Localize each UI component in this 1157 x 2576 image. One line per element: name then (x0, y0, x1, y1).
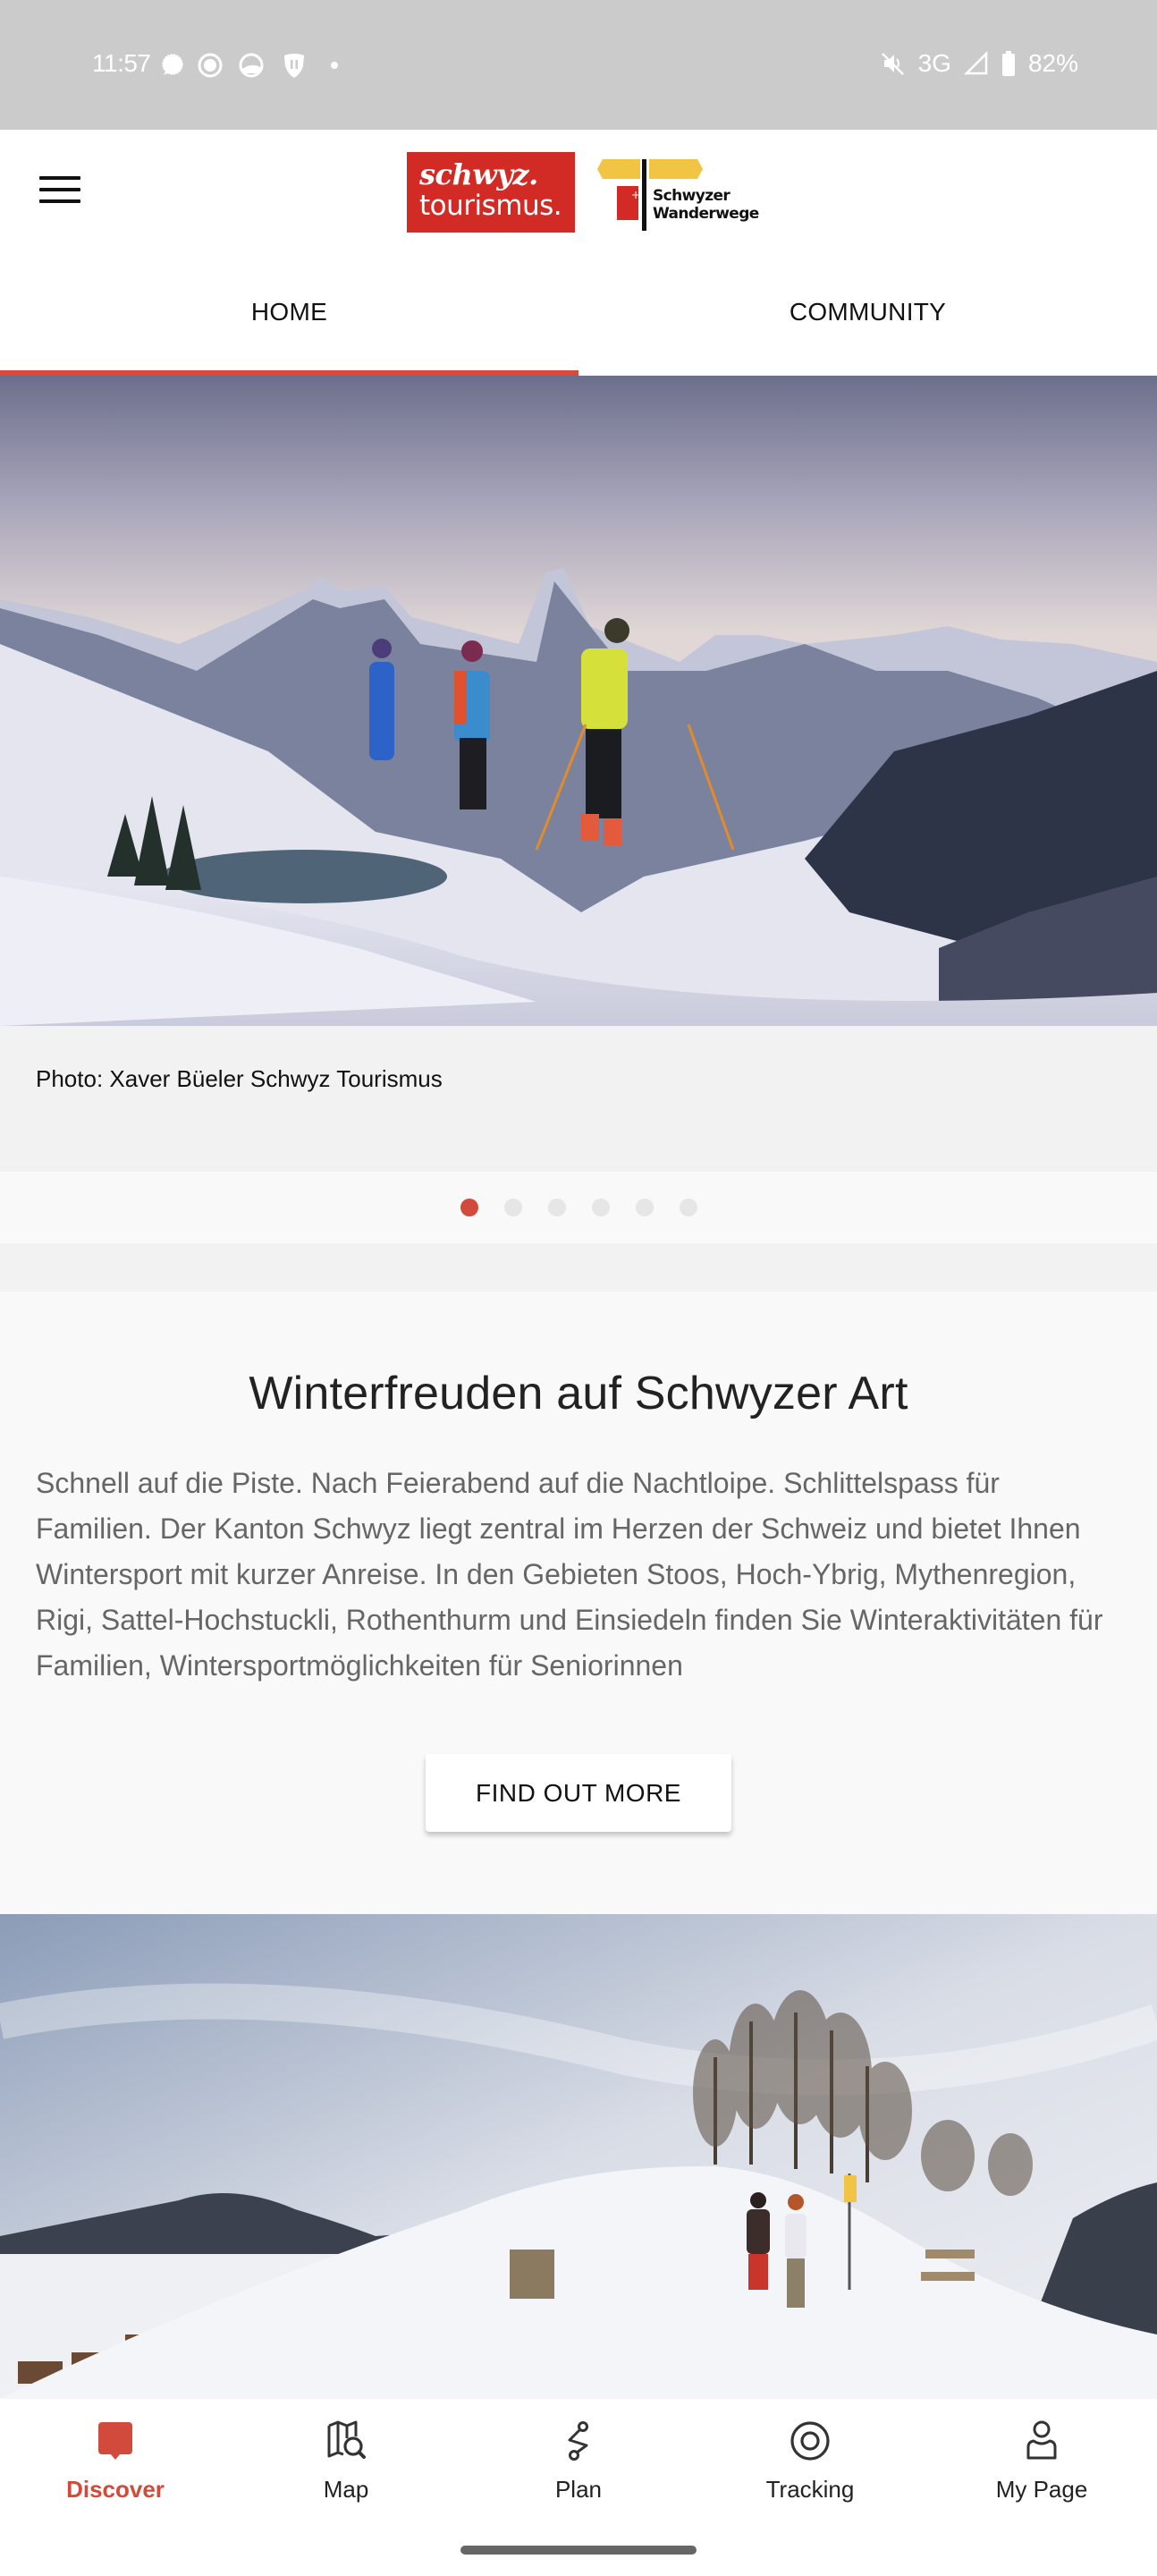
logo-line-1: schwyz. (419, 157, 538, 191)
nav-label-plan: Plan (554, 2476, 603, 2503)
schwyzer-wanderwege-logo: + Schwyzer Wanderwege (597, 159, 759, 231)
article-title: Winterfreuden auf Schwyzer Art (249, 1368, 908, 1419)
pager-dot-3[interactable] (547, 1199, 566, 1216)
route-plan-icon (568, 2421, 588, 2461)
signal-messenger-icon (162, 54, 183, 75)
schwyz-tourismus-logo: schwyz. tourismus. (407, 152, 575, 233)
nav-plan[interactable]: Plan (489, 2417, 668, 2515)
nav-label-map: Map (323, 2476, 369, 2503)
tracking-target-icon (790, 2421, 830, 2461)
network-type: 3G (917, 49, 951, 77)
hamburger-menu-icon[interactable] (39, 176, 80, 208)
article-section: Winterfreuden auf Schwyzer Art Schnell a… (0, 1292, 1157, 1914)
battery-percent: 82% (1027, 49, 1078, 77)
photo-caption: Photo: Xaver Büeler Schwyz Tourismus (36, 1065, 443, 1092)
shield-icon (284, 54, 304, 78)
app-notification-icon-2 (239, 53, 264, 78)
pager-dot-6[interactable] (679, 1199, 697, 1216)
nav-map[interactable]: Map (257, 2417, 435, 2515)
home-indicator[interactable] (460, 2546, 697, 2555)
photo-caption-area: Photo: Xaver Büeler Schwyz Tourismus (0, 1026, 1157, 1172)
nav-label-discover: Discover (66, 2476, 165, 2503)
logo-secondary-line-1: Schwyzer (653, 187, 731, 205)
nav-label-my-page: My Page (995, 2476, 1088, 2503)
tab-community[interactable]: COMMUNITY (578, 255, 1157, 376)
find-out-more-button[interactable]: FIND OUT MORE (426, 1754, 731, 1832)
svg-text:+: + (631, 189, 640, 201)
nav-discover[interactable]: Discover (26, 2417, 205, 2515)
discover-icon (98, 2422, 132, 2460)
hero-image[interactable] (0, 376, 1157, 1026)
status-time: 11:57 (92, 49, 151, 77)
ski-touring-photo (0, 376, 1157, 1026)
status-right-cluster: 3G 82% (879, 49, 1078, 78)
map-search-icon (327, 2420, 366, 2459)
secondary-image[interactable] (0, 1914, 1157, 2399)
section-divider (0, 1243, 1157, 1292)
nav-tracking[interactable]: Tracking (721, 2417, 899, 2515)
pager-dot-5[interactable] (635, 1199, 654, 1216)
nav-label-tracking: Tracking (765, 2476, 855, 2503)
tab-home[interactable]: HOME (0, 255, 578, 376)
winter-hilltop-photo (0, 1914, 1157, 2399)
cell-signal-icon (963, 51, 988, 75)
user-profile-icon (1026, 2420, 1057, 2460)
pager-dot-1[interactable] (460, 1199, 478, 1216)
status-bar: 11:57 3G 82% (0, 0, 1157, 130)
logo-secondary-line-2: Wanderwege (653, 205, 759, 223)
article-body: Schnell auf die Piste. Nach Feierabend a… (36, 1467, 1103, 1682)
nav-my-page[interactable]: My Page (952, 2417, 1131, 2515)
more-notifications-dot-icon (331, 62, 338, 69)
pager-dot-4[interactable] (591, 1199, 610, 1216)
top-tab-bar: HOME COMMUNITY (0, 255, 1157, 376)
carousel-pager (0, 1172, 1157, 1243)
mute-icon (881, 53, 904, 75)
pager-dot-2[interactable] (503, 1199, 522, 1216)
app-notification-icon (198, 53, 223, 78)
logo-line-2: tourismus. (419, 190, 562, 222)
app-header: schwyz. tourismus. + Schwyzer Wanderwege (0, 130, 1157, 255)
battery-icon (1001, 51, 1015, 76)
